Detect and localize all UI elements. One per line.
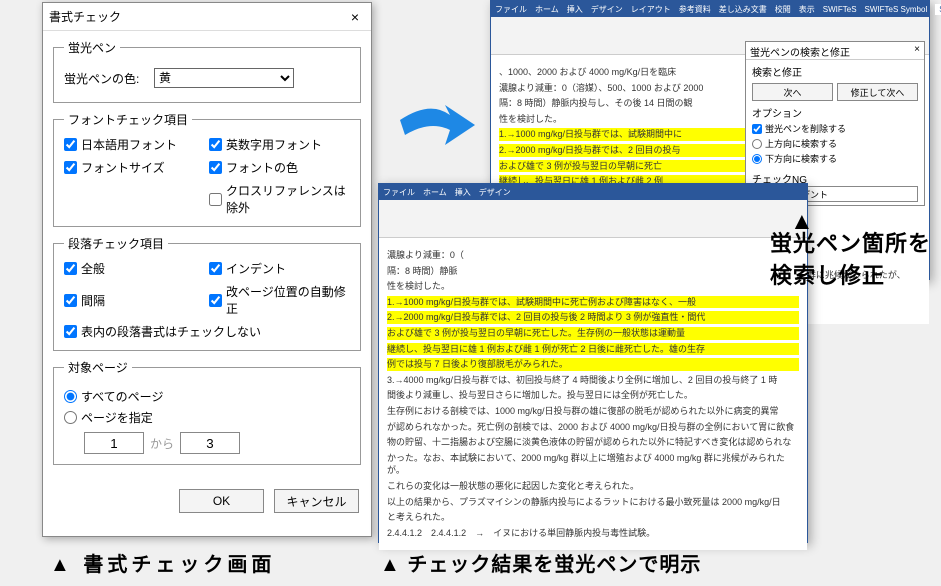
ribbon-tab[interactable]: ホーム	[423, 187, 447, 198]
check-font-color-box[interactable]	[209, 161, 222, 174]
doc-line: と考えられた。	[387, 511, 799, 524]
font-check-legend: フォントチェック項目	[64, 111, 192, 128]
radio-all-pages-input[interactable]	[64, 390, 77, 403]
check-en-font-box[interactable]	[209, 138, 222, 151]
highlighter-color-label: 蛍光ペンの色:	[64, 70, 154, 87]
fix-next-button[interactable]: 修正して次へ	[837, 83, 918, 101]
page-to-input[interactable]	[180, 432, 240, 454]
page-from-input[interactable]	[84, 432, 144, 454]
opt-search-down[interactable]: 下方向に検索する	[752, 152, 918, 165]
highlighter-legend: 蛍光ペン	[64, 39, 120, 56]
ribbon-tab[interactable]: SWIFTeS	[823, 5, 857, 14]
check-general[interactable]: 全般	[64, 260, 205, 277]
doc-line: かった。なお、本試験において、2000 mg/kg 群以上に増殖および 4000…	[387, 452, 799, 477]
search-tab-label: 検索と修正	[752, 64, 918, 79]
ribbon-tab[interactable]: ホーム	[535, 4, 559, 15]
options-label: オプション	[752, 105, 918, 120]
check-exclude-crossref[interactable]: クロスリファレンスは除外	[209, 182, 350, 216]
doc-line-highlight: および雄で 3 例が投与翌日の早朝に死亡した。生存例の一般状態は運動量	[387, 327, 799, 340]
check-jp-font-box[interactable]	[64, 138, 77, 151]
word-window-front: ファイル ホーム 挿入 デザイン 濃腺より減重：0（ 隔：8 時間）静脈 性を検…	[378, 183, 808, 543]
doc-line-highlight: 1.→1000 mg/kg/日投与群では、試験期間中に死亡例および障害はなく、一…	[387, 296, 799, 309]
highlighter-color-select[interactable]: 黄	[154, 68, 294, 88]
highlight-search-panel: 蛍光ペンの検索と修正 × 検索と修正 次へ 修正して次へ オプション 蛍光ペンを…	[745, 41, 925, 206]
dialog-title: 書式チェック	[49, 8, 121, 25]
ribbon-tab[interactable]: SWIFTeS Symbol	[865, 5, 928, 14]
ribbon-tab[interactable]: ファイル	[383, 187, 415, 198]
format-check-dialog: 書式チェック × 蛍光ペン 蛍光ペンの色: 黄 フォントチェック項目 日本語用フ…	[42, 2, 372, 537]
check-skip-table-box[interactable]	[64, 325, 77, 338]
ribbon-tab[interactable]: ファイル	[495, 4, 527, 15]
check-general-box[interactable]	[64, 262, 77, 275]
doc-line-highlight: 継続し、投与翌日に雄 1 例および雌 1 例が死亡 2 日後に雌死亡した。雄の生…	[387, 343, 799, 356]
check-font-size-box[interactable]	[64, 161, 77, 174]
doc-line: これらの変化は一般状態の悪化に起因した変化と考えられた。	[387, 480, 799, 493]
caption-dialog: ▲ 書式チェック画面	[50, 548, 275, 577]
check-en-font[interactable]: 英数字用フォント	[209, 136, 350, 153]
doc-line: 物の貯留、十二指腸および空腸に淡黄色液体の貯留が認められた以外に特記すべき変化は…	[387, 436, 799, 449]
para-check-legend: 段落チェック項目	[64, 235, 168, 252]
check-indent[interactable]: インデント	[209, 260, 350, 277]
doc-line: が認められなかった。死亡例の剖検では、2000 および 4000 mg/kg/日…	[387, 421, 799, 434]
close-icon[interactable]: ×	[914, 44, 920, 57]
ribbon-tab[interactable]: デザイン	[479, 187, 511, 198]
radio-specify-pages-input[interactable]	[64, 411, 77, 424]
doc-line: 3.→4000 mg/kg/日投与群では、初回投与終了 4 時間後より全例に増加…	[387, 374, 799, 387]
ribbon-tab[interactable]: 表示	[799, 4, 815, 15]
caption-search: 蛍光ペン箇所を 検索し修正	[770, 226, 931, 290]
next-button[interactable]: 次へ	[752, 83, 833, 101]
cancel-button[interactable]: キャンセル	[274, 489, 359, 513]
target-page-group: 対象ページ すべてのページ ページを指定 から	[53, 359, 361, 465]
opt-delete-highlight[interactable]: 蛍光ペンを削除する	[752, 122, 918, 135]
doc-line-highlight: 例では投与 7 日後より復部脱毛がみられた。	[387, 358, 799, 371]
doc-line: 間後より減重し、投与翌日さらに増加した。投与翌日には全例が死亡した。	[387, 389, 799, 402]
check-exclude-crossref-box[interactable]	[209, 193, 222, 206]
ribbon-tab[interactable]: 参考資料	[679, 4, 711, 15]
target-page-legend: 対象ページ	[64, 359, 132, 376]
ok-button[interactable]: OK	[179, 489, 264, 513]
word-ribbon-front: ファイル ホーム 挿入 デザイン	[379, 184, 807, 200]
page-range-label: から	[150, 435, 174, 452]
caption-result: ▲ チェック結果を蛍光ペンで明示	[380, 548, 701, 577]
close-icon[interactable]: ×	[345, 7, 365, 27]
check-spacing-box[interactable]	[64, 294, 77, 307]
word-toolbar-front	[379, 200, 807, 238]
ribbon-tab[interactable]: 挿入	[455, 187, 471, 198]
doc-line: 以上の結果から、プラズマイシンの静脈内投与によるラットにおける最小致死量は 20…	[387, 496, 799, 509]
doc-line: 性を検討した。	[387, 280, 799, 293]
ribbon-tab[interactable]: 差し込み文書	[719, 4, 767, 15]
check-font-size[interactable]: フォントサイズ	[64, 159, 205, 176]
flow-arrow-icon	[390, 80, 490, 180]
ribbon-tab[interactable]: 校閲	[775, 4, 791, 15]
doc-section: 2.4.4.1.2 2.4.4.1.2 → イヌにおける単回静脈内投与毒性試験。	[387, 527, 799, 540]
ribbon-tab-active[interactable]: SWIFTeS Checker	[935, 4, 941, 15]
ribbon-tab[interactable]: デザイン	[591, 4, 623, 15]
highlighter-group: 蛍光ペン 蛍光ペンの色: 黄	[53, 39, 361, 103]
font-check-group: フォントチェック項目 日本語用フォント 英数字用フォント フォントサイズ フォン…	[53, 111, 361, 227]
doc-line: 生存例における剖検では、1000 mg/kg/日投与群の雄に復部の脱毛が認められ…	[387, 405, 799, 418]
check-font-color[interactable]: フォントの色	[209, 159, 350, 176]
check-skip-table[interactable]: 表内の段落書式はチェックしない	[64, 323, 350, 340]
radio-all-pages[interactable]: すべてのページ	[64, 388, 350, 405]
doc-line-highlight: 2.→2000 mg/kg/日投与群では、2 回目の投与後 2 時間より 3 例…	[387, 311, 799, 324]
word-content-front: 濃腺より減重：0（ 隔：8 時間）静脈 性を検討した。 1.→1000 mg/k…	[379, 238, 807, 550]
doc-line: 濃腺より減重：0（	[387, 249, 799, 262]
check-indent-box[interactable]	[209, 262, 222, 275]
radio-specify-pages[interactable]: ページを指定	[64, 409, 350, 426]
check-auto-pagebreak[interactable]: 改ページ位置の自動修正	[209, 283, 350, 317]
word-ribbon-back: ファイル ホーム 挿入 デザイン レイアウト 参考資料 差し込み文書 校閲 表示…	[491, 1, 929, 17]
doc-line: 隔：8 時間）静脈	[387, 265, 799, 278]
search-panel-title: 蛍光ペンの検索と修正	[750, 44, 850, 57]
check-auto-pagebreak-box[interactable]	[209, 294, 222, 307]
check-spacing[interactable]: 間隔	[64, 283, 205, 317]
para-check-group: 段落チェック項目 全般 インデント 間隔 改ページ位置の自動修正 表内の段落書式…	[53, 235, 361, 351]
dialog-titlebar: 書式チェック ×	[43, 3, 371, 31]
ribbon-tab[interactable]: 挿入	[567, 4, 583, 15]
ribbon-tab[interactable]: レイアウト	[631, 4, 671, 15]
check-jp-font[interactable]: 日本語用フォント	[64, 136, 205, 153]
opt-search-up[interactable]: 上方向に検索する	[752, 137, 918, 150]
